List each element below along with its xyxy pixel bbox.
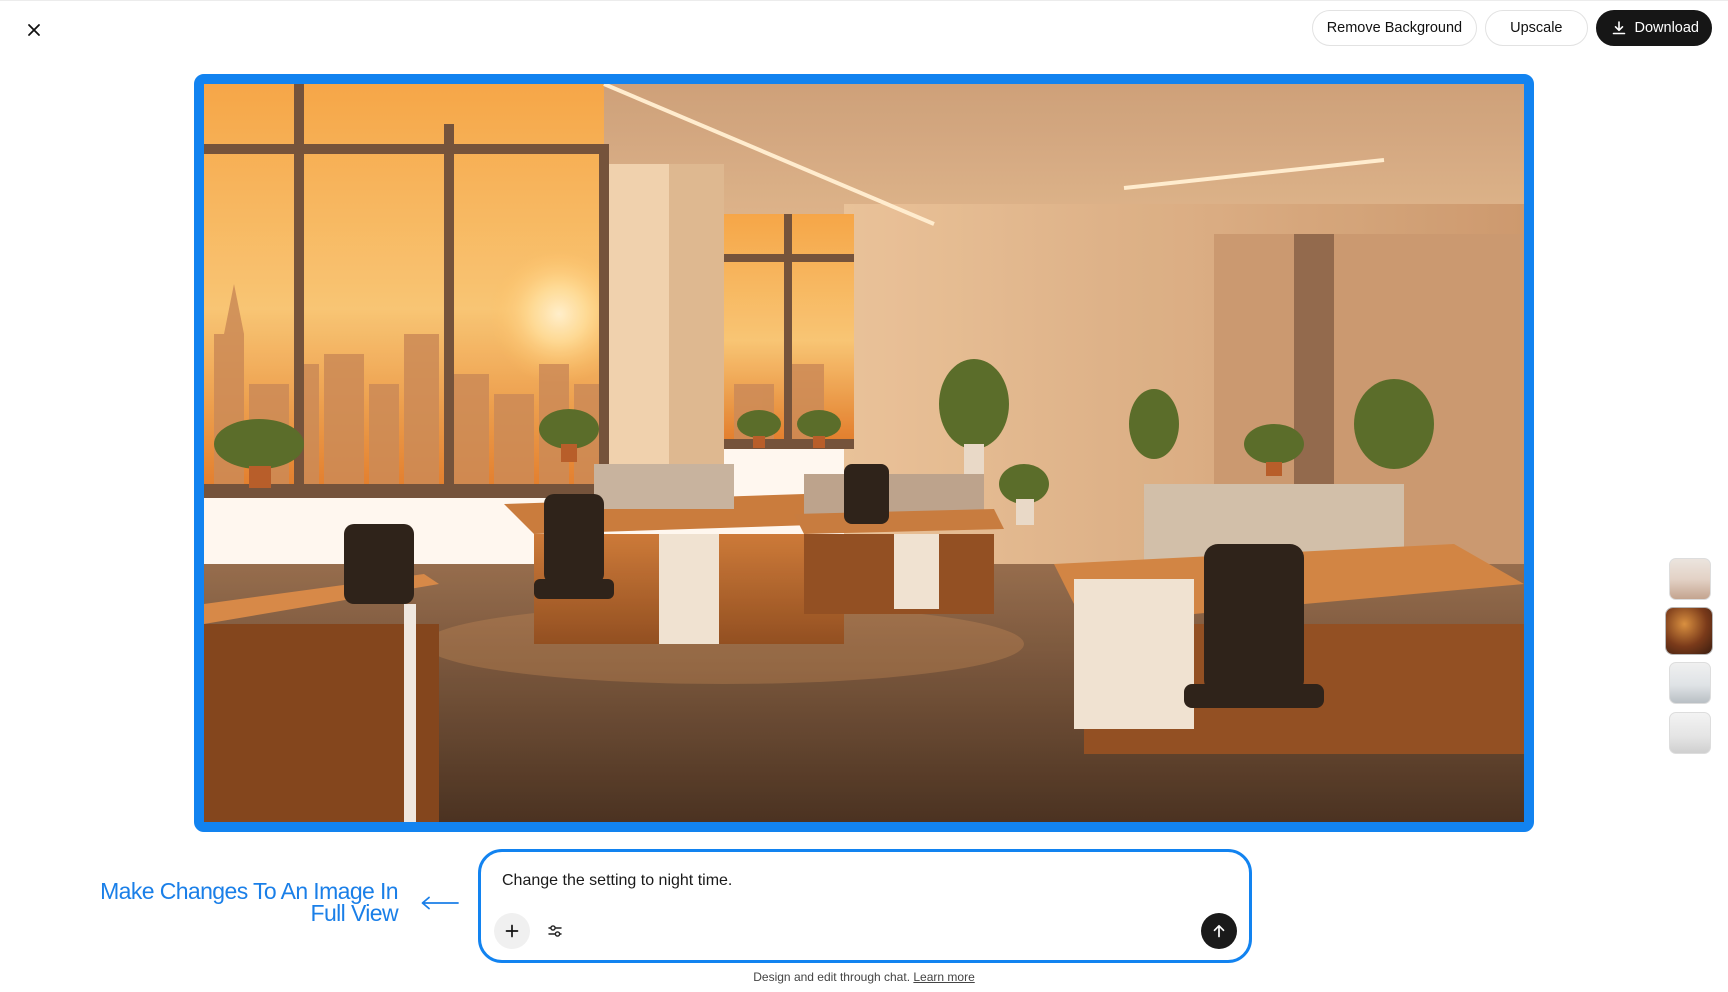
thumbnail-2-selected[interactable] xyxy=(1666,608,1712,654)
download-icon xyxy=(1612,21,1625,35)
remove-background-button[interactable]: Remove Background xyxy=(1311,10,1478,46)
download-label: Download xyxy=(1634,20,1700,36)
office-sunset-image xyxy=(204,84,1524,822)
annotation-callout: Make Changes To An Image In Full View xyxy=(100,878,399,926)
top-actions: Remove Background Upscale Download xyxy=(1311,10,1712,46)
footer-note: Design and edit through chat. Learn more xyxy=(0,970,1728,984)
thumbnail-3[interactable] xyxy=(1669,662,1711,704)
callout-line-2: Full View xyxy=(310,900,399,926)
prompt-input[interactable]: Change the setting to night time. xyxy=(502,872,732,890)
callout-line-1: Make Changes To An Image In xyxy=(100,878,399,904)
settings-button[interactable] xyxy=(539,915,571,947)
prompt-box[interactable]: Change the setting to night time. xyxy=(478,849,1252,963)
left-arrow-icon xyxy=(421,896,459,910)
plus-icon xyxy=(505,924,519,938)
top-divider xyxy=(0,0,1728,1)
download-button[interactable]: Download xyxy=(1595,10,1712,46)
thumbnail-1[interactable] xyxy=(1669,558,1711,600)
add-button[interactable] xyxy=(494,913,530,949)
footer-text: Design and edit through chat. xyxy=(753,970,911,984)
main-image-frame[interactable] xyxy=(194,74,1534,832)
remove-background-label: Remove Background xyxy=(1326,20,1463,36)
upscale-label: Upscale xyxy=(1510,20,1563,36)
upscale-button[interactable]: Upscale xyxy=(1485,10,1588,46)
thumbnail-strip xyxy=(1666,558,1712,762)
learn-more-link[interactable]: Learn more xyxy=(913,970,974,984)
close-button[interactable] xyxy=(20,16,48,44)
thumbnail-4[interactable] xyxy=(1669,712,1711,754)
send-button[interactable] xyxy=(1201,913,1237,949)
arrow-up-icon xyxy=(1213,924,1225,938)
sliders-icon xyxy=(548,925,562,937)
close-icon xyxy=(28,24,40,36)
